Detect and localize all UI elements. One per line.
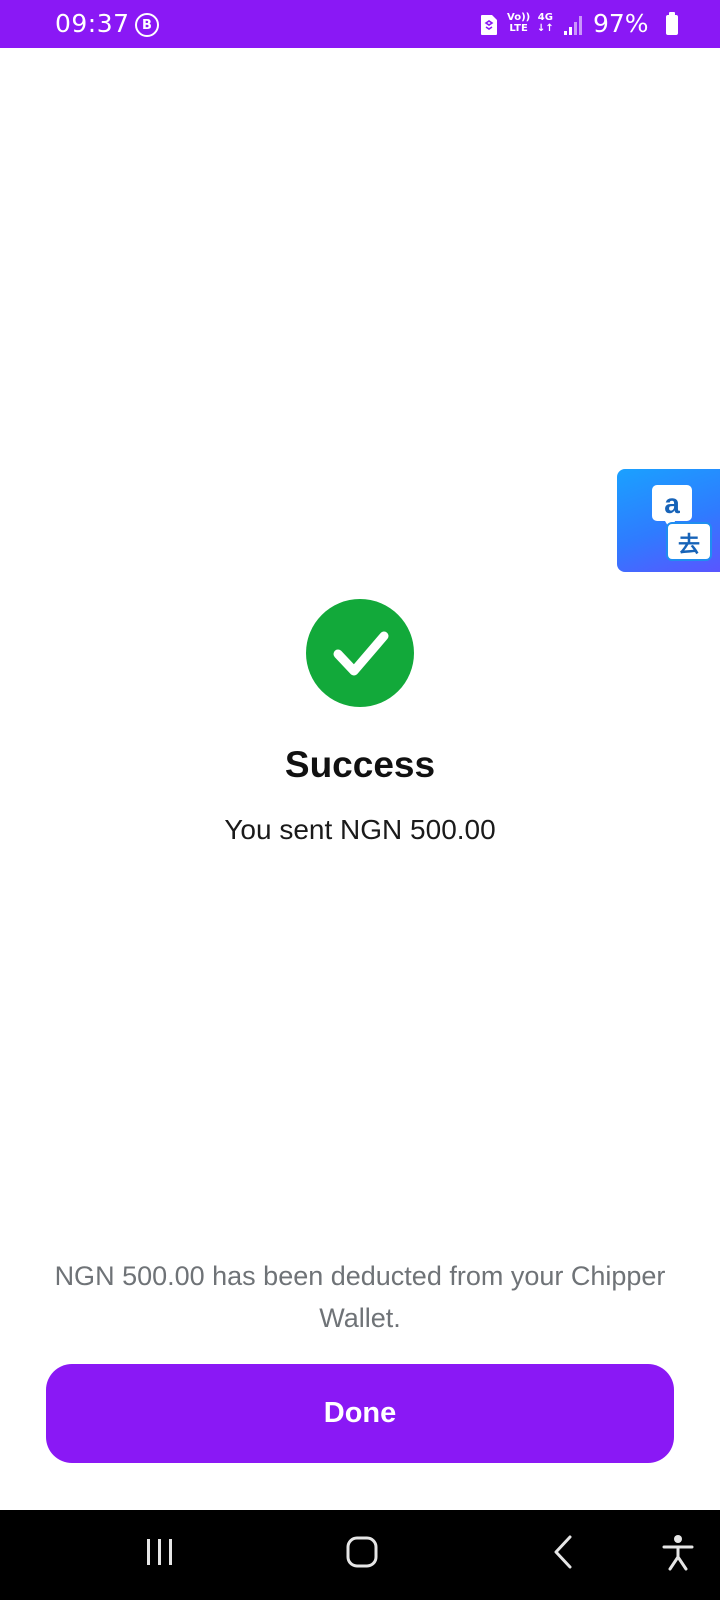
battery-icon (666, 12, 678, 35)
success-subtitle: You sent NGN 500.00 (224, 814, 496, 845)
translate-top-glyph: a (664, 488, 680, 519)
sim-card-icon (481, 15, 497, 35)
b-badge-icon: B (135, 13, 159, 37)
back-icon[interactable] (550, 1534, 580, 1570)
translate-floating-button[interactable]: a 去 (617, 469, 720, 572)
status-time: 09:37 (55, 9, 130, 38)
done-button[interactable]: Done (46, 1364, 674, 1463)
accessibility-icon[interactable] (660, 1533, 696, 1573)
network-line2: ↓↑ (537, 23, 554, 34)
translate-icon: a 去 (652, 485, 712, 561)
volte-icon: Vo)) LTE (507, 12, 530, 34)
navigation-bar (0, 1510, 720, 1600)
battery-percent: 97% (593, 9, 649, 38)
success-title: Success (284, 744, 436, 785)
volte-line2: LTE (509, 23, 528, 34)
translate-bottom-glyph: 去 (678, 533, 700, 558)
volte-line1: Vo)) (507, 12, 531, 23)
recent-apps-icon[interactable] (143, 1535, 177, 1569)
network-line1: 4G (537, 12, 553, 23)
status-bar: 09:37 B Vo)) LTE 4G ↓↑ 97% (0, 0, 720, 48)
signal-strength-icon (564, 16, 582, 35)
home-icon[interactable] (344, 1534, 380, 1570)
deduction-note: NGN 500.00 has been deducted from your C… (54, 1261, 666, 1333)
network-type-icon: 4G ↓↑ (537, 12, 554, 34)
check-circle-icon (306, 599, 414, 707)
